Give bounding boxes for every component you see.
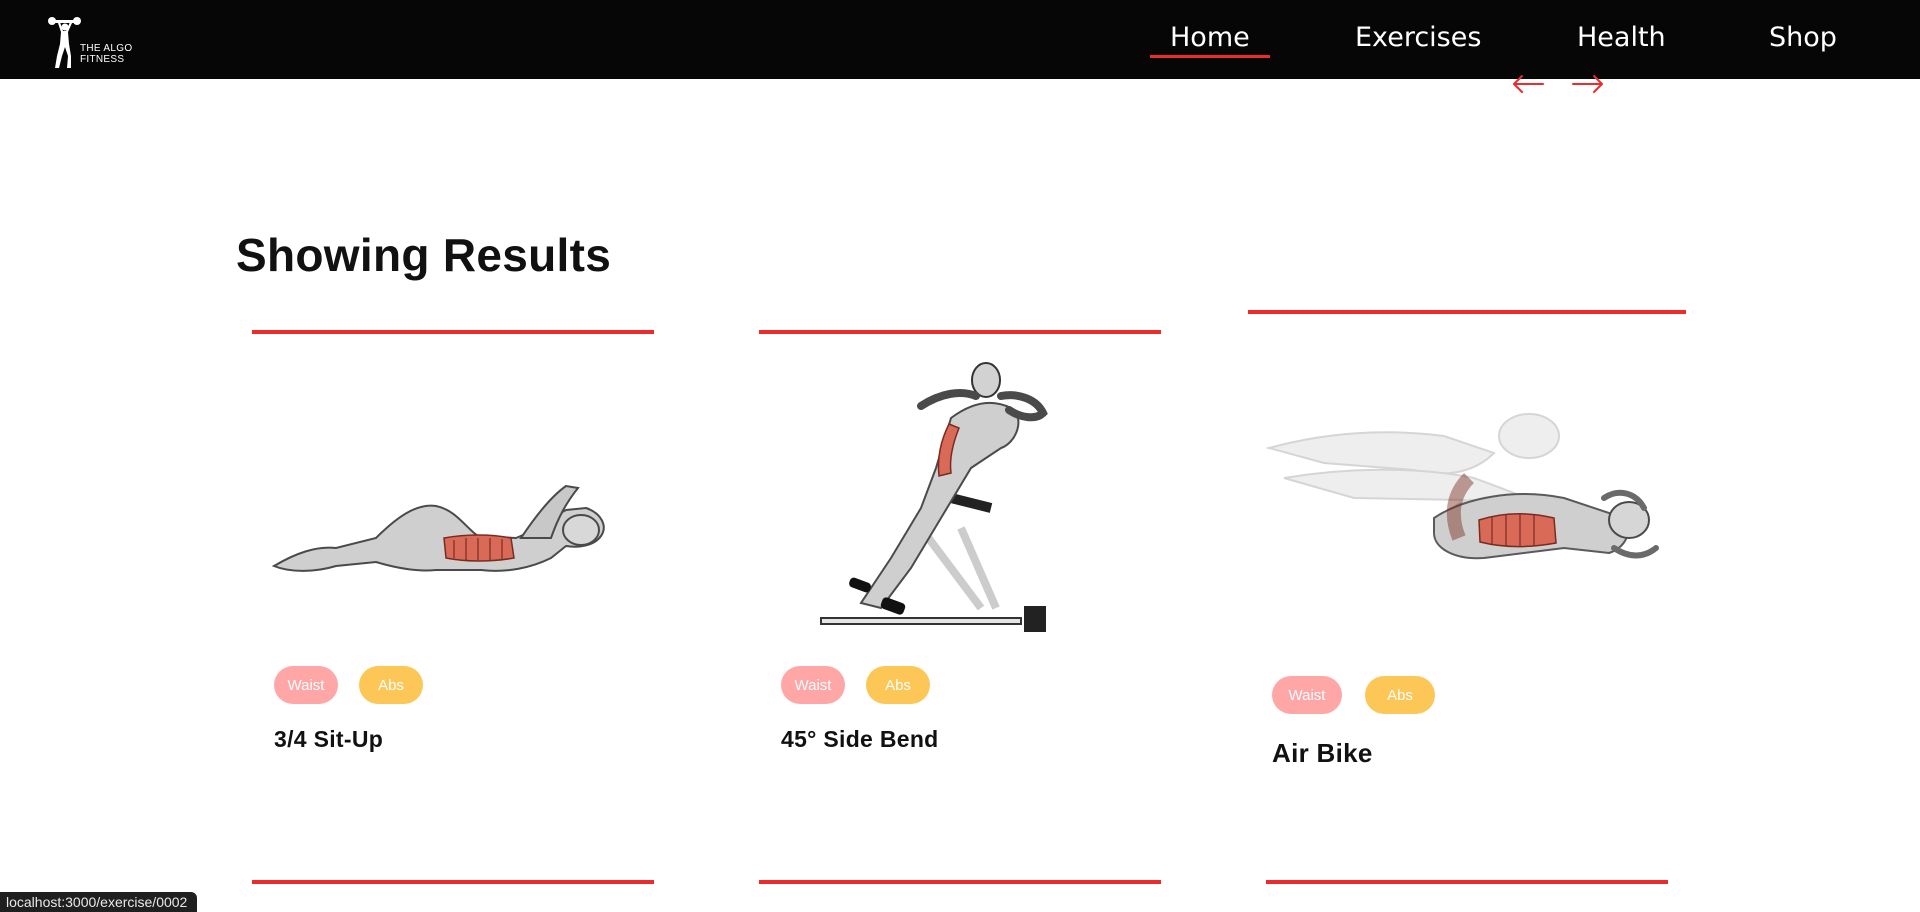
exercise-card[interactable]: Waist Abs Air Bike: [1248, 308, 1686, 778]
card-top-border: [252, 330, 654, 334]
tag-waist[interactable]: Waist: [1272, 676, 1342, 714]
weightlifter-icon: [48, 17, 81, 68]
logo-text: THE ALGO FITNESS: [80, 43, 132, 65]
exercise-image: [820, 362, 1048, 632]
exercise-card[interactable]: Waist Abs 45° Side Bend: [759, 328, 1161, 768]
exercise-title[interactable]: Air Bike: [1272, 738, 1373, 769]
status-url: localhost:3000/exercise/0002: [0, 892, 198, 912]
arrow-right-icon: [1572, 75, 1603, 93]
nav-home[interactable]: Home: [1170, 20, 1250, 56]
arrow-left-icon: [1513, 75, 1544, 93]
logo[interactable]: THE ALGO FITNESS: [48, 16, 138, 72]
nav-health[interactable]: Health: [1577, 20, 1666, 56]
nav-exercises[interactable]: Exercises: [1355, 20, 1481, 56]
scroll-left-button[interactable]: [1510, 70, 1546, 98]
exercise-title[interactable]: 45° Side Bend: [781, 726, 939, 753]
tag-abs[interactable]: Abs: [866, 666, 930, 704]
exercise-image: [1265, 413, 1659, 560]
nav-shop[interactable]: Shop: [1769, 20, 1837, 56]
exercise-card[interactable]: Waist Abs 3/4 Sit-Up: [252, 328, 654, 768]
card-top-border: [759, 330, 1161, 334]
scroll-right-button[interactable]: [1570, 70, 1606, 98]
exercise-title[interactable]: 3/4 Sit-Up: [274, 726, 383, 753]
card-top-border: [252, 880, 654, 884]
card-top-border: [1266, 880, 1668, 884]
nav-active-underline: [1150, 55, 1270, 58]
tag-abs[interactable]: Abs: [1365, 676, 1435, 714]
card-top-border: [1248, 310, 1686, 314]
logo-line-2: FITNESS: [80, 54, 125, 65]
card-top-border: [759, 880, 1161, 884]
tag-waist[interactable]: Waist: [274, 666, 338, 704]
logo-line-1: THE ALGO: [80, 43, 133, 54]
tag-waist[interactable]: Waist: [781, 666, 845, 704]
exercise-image: [271, 484, 605, 572]
tag-abs[interactable]: Abs: [359, 666, 423, 704]
results-heading: Showing Results: [236, 229, 612, 281]
navbar: THE ALGO FITNESS Home Exercises Health S…: [0, 0, 1920, 79]
